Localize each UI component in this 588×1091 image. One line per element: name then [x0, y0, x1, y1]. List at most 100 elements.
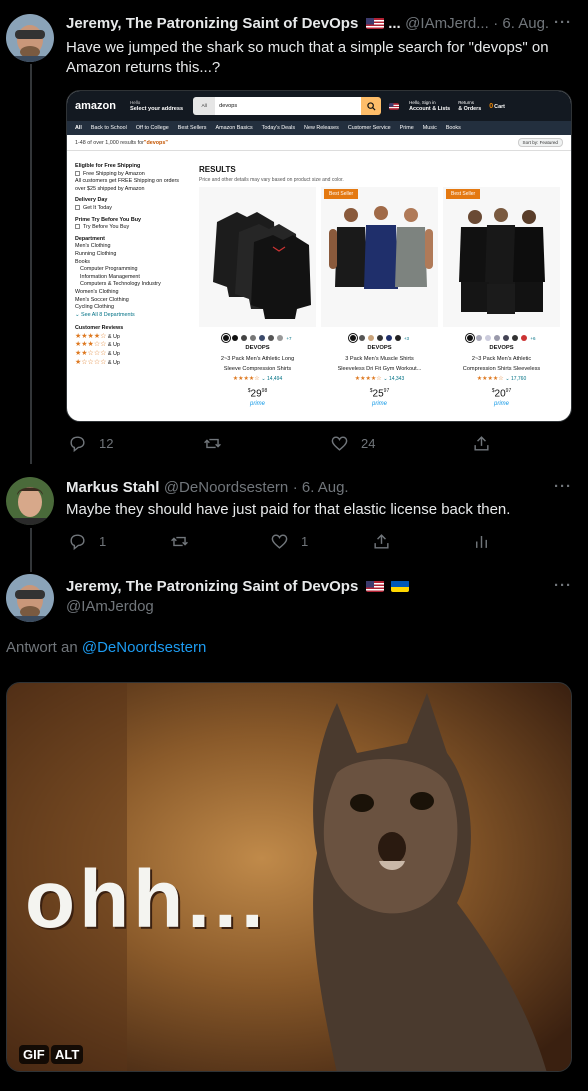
account-lists: Account & Lists: [409, 106, 451, 112]
tweet-gif[interactable]: ohh... GIF ALT: [6, 682, 572, 1072]
search-icon: [361, 97, 382, 115]
prime-badge: prime: [493, 401, 509, 408]
reply-icon: [70, 534, 85, 551]
heart-icon: [271, 534, 288, 549]
alt-badge[interactable]: ALT: [51, 1045, 84, 1064]
product-brand: DEVOPS: [245, 345, 270, 351]
heart-icon: [331, 436, 348, 451]
author-name[interactable]: Jeremy, The Patronizing Saint of DevOps: [66, 578, 358, 595]
amazon-sidebar: Eligible for Free Shipping Free Shipping…: [75, 163, 179, 366]
share-button[interactable]: [372, 532, 391, 551]
amazon-search-bar: All devops: [193, 97, 382, 115]
tweet-text: Maybe they should have just paid for tha…: [66, 501, 511, 518]
tweet-image[interactable]: amazon Hello Select your address All dev…: [66, 90, 572, 422]
product-rating: ★★★★☆ ⌄ 17,760: [476, 376, 527, 382]
tweet-date[interactable]: · 6. Aug.: [293, 479, 349, 496]
reply-icon: [70, 436, 85, 453]
product-brand: DEVOPS: [367, 345, 392, 351]
deliver-hello: Hello: [129, 100, 141, 105]
author-handle[interactable]: @IAmJerd...: [405, 15, 489, 32]
like-count: 1: [301, 534, 309, 549]
product-rating: ★★★★☆ ⌄ 14,494: [232, 376, 283, 382]
analytics-icon: [476, 535, 487, 548]
color-swatches: +7: [199, 333, 316, 343]
product-price: $2998: [247, 388, 268, 400]
product-card: Best Seller +6 DEVOPS 2~3 Pack Men's Ath…: [443, 187, 560, 421]
retweet-icon: [204, 438, 221, 449]
retweet-icon: [171, 536, 188, 547]
more-options-icon[interactable]: ···: [554, 577, 572, 594]
share-button[interactable]: [472, 434, 491, 453]
reply-context: Antwort an @DeNoordsestern: [6, 639, 207, 656]
gif-caption: ohh...: [25, 854, 268, 945]
prime-badge: prime: [249, 401, 265, 408]
share-icon: [474, 436, 489, 451]
author-handle[interactable]: @IAmJerdog: [66, 598, 154, 615]
product-title: 2~3 Pack Men's Athletic Compression Shirt…: [462, 356, 541, 372]
sort-dropdown: Sort by: Featured: [517, 138, 563, 147]
tweet2-header: Markus Stahl @DeNoordsestern · 6. Aug.: [66, 479, 349, 497]
amazon-nav: All Back to School Off to College Best Se…: [67, 121, 571, 135]
product-rating: ★★★★☆ ⌄ 14,343: [354, 376, 405, 382]
results-bar: 1-48 of over 1,000 results for "devops" …: [67, 135, 571, 151]
reply-button[interactable]: 12: [68, 434, 113, 453]
returns-label: Returns: [458, 100, 474, 105]
product-card: +7 DEVOPS 2~3 Pack Men's Athletic Long Sl…: [199, 187, 316, 421]
best-seller-badge: Best Seller: [446, 189, 481, 199]
tweet3-header: Jeremy, The Patronizing Saint of DevOps: [66, 578, 410, 596]
product-image: Best Seller: [443, 187, 560, 327]
tweet-date[interactable]: · 6. Aug.: [493, 15, 549, 32]
analytics-button[interactable]: [472, 532, 491, 551]
avatar[interactable]: [6, 14, 54, 62]
prime-badge: prime: [371, 401, 387, 408]
best-seller-badge: Best Seller: [324, 189, 359, 199]
product-title: 2~3 Pack Men's Athletic Long Sleeve Compr…: [220, 356, 295, 372]
account-hello: Hello, Sign in: [409, 100, 436, 105]
retweet-button[interactable]: [203, 434, 222, 453]
product-price: $2597: [369, 388, 390, 400]
product-image: [199, 187, 316, 327]
tweet1-header: Jeremy, The Patronizing Saint of DevOps …: [66, 15, 549, 33]
thread-line-2: [30, 528, 32, 572]
reply-count: 12: [99, 436, 114, 451]
results-subtitle: Price and other details may vary based o…: [199, 177, 344, 183]
us-flag-icon: [389, 102, 400, 110]
search-category: All: [193, 97, 216, 115]
color-swatches: +3: [321, 333, 438, 343]
like-button[interactable]: 24: [330, 434, 375, 453]
thread-line-1: [30, 64, 32, 464]
avatar[interactable]: [6, 574, 54, 622]
product-brand: DEVOPS: [489, 345, 514, 351]
share-icon: [374, 534, 389, 549]
product-title: 3 Pack Men's Muscle Shirts Sleeveless Dri…: [337, 356, 422, 372]
retweet-button[interactable]: [170, 532, 189, 551]
cart-icon: 0 Cart: [489, 102, 505, 110]
results-title: RESULTS: [199, 165, 236, 174]
us-flag-icon: [365, 580, 384, 592]
ukraine-flag-icon: [391, 580, 410, 592]
more-options-icon[interactable]: ···: [554, 478, 572, 495]
amazon-logo: amazon: [75, 100, 116, 112]
author-name[interactable]: Jeremy, The Patronizing Saint of DevOps: [66, 15, 358, 32]
search-value: devops: [215, 97, 362, 115]
us-flag-icon: [365, 17, 384, 29]
color-swatches: +6: [443, 333, 560, 343]
reply-to-link[interactable]: @DeNoordsestern: [82, 639, 206, 656]
more-options-icon[interactable]: ···: [554, 14, 572, 31]
author-name[interactable]: Markus Stahl: [66, 479, 159, 496]
tweet-text: Have we jumped the shark so much that a …: [66, 39, 549, 76]
like-count: 24: [361, 436, 376, 451]
reply-count: 1: [99, 534, 107, 549]
product-price: $2097: [491, 388, 512, 400]
author-handle[interactable]: @DeNoordsestern: [164, 479, 288, 496]
deliver-address: Select your address: [129, 106, 184, 112]
product-card: Best Seller +3 DEVOPS 3 Pack Men's Muscl…: [321, 187, 438, 421]
reply-button[interactable]: 1: [68, 532, 106, 551]
gif-badge: GIF: [19, 1045, 49, 1064]
product-image: Best Seller: [321, 187, 438, 327]
author-name-ellipsis: ...: [388, 15, 401, 32]
avatar[interactable]: [6, 477, 54, 525]
orders-label: & Orders: [458, 106, 482, 112]
like-button[interactable]: 1: [270, 532, 308, 551]
amazon-header: amazon Hello Select your address All dev…: [67, 91, 571, 121]
